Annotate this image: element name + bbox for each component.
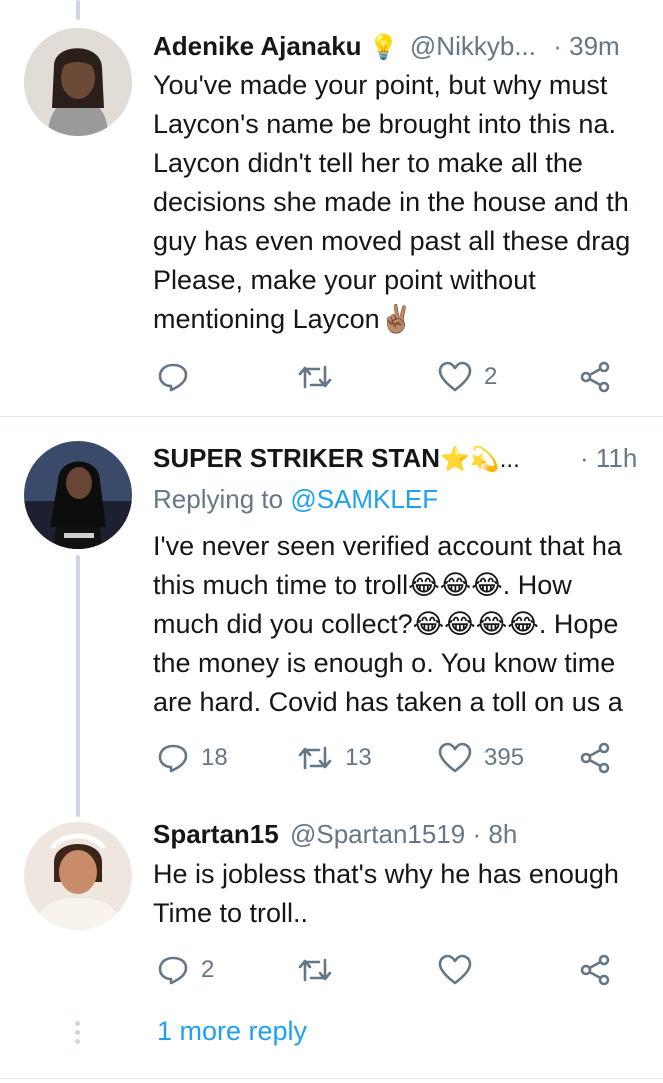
avatar[interactable] bbox=[24, 822, 132, 930]
avatar[interactable] bbox=[24, 28, 132, 136]
reply-count: 2 bbox=[201, 956, 215, 983]
separator-dot: · bbox=[580, 443, 589, 473]
tweet-text-line: Please, make your point without bbox=[153, 265, 536, 295]
retweet-icon bbox=[298, 958, 332, 982]
tweet-text-line: mentioning Laycon✌🏽 bbox=[153, 304, 414, 334]
display-name[interactable]: Spartan15 bbox=[153, 819, 279, 849]
tweet-text-line: Laycon's name be brought into this na. bbox=[153, 109, 616, 139]
more-replies-link[interactable]: 1 more reply bbox=[157, 1016, 307, 1047]
tweet-text-line: Time to troll.. bbox=[153, 898, 309, 928]
like-button[interactable] bbox=[438, 954, 484, 986]
display-name[interactable]: Adenike Ajanaku bbox=[153, 31, 362, 61]
tweet-header: Adenike Ajanaku 💡 @Nikkyb... · 39m bbox=[153, 31, 620, 62]
thread-line-top bbox=[76, 0, 80, 20]
share-icon bbox=[580, 361, 610, 393]
tweet-text-line: You've made your point, but why must bbox=[153, 70, 608, 100]
separator-dot: · bbox=[472, 819, 482, 849]
reply-button[interactable]: 2 bbox=[157, 954, 214, 986]
more-replies-dots bbox=[74, 1021, 82, 1048]
like-count: 395 bbox=[484, 744, 525, 771]
tweet-time: · 11h bbox=[580, 443, 637, 474]
bottom-divider bbox=[0, 1078, 663, 1079]
reply-icon bbox=[158, 744, 188, 773]
reply-button[interactable]: 18 bbox=[157, 742, 228, 774]
tweet-divider bbox=[0, 416, 663, 417]
timestamp[interactable]: 11h bbox=[596, 443, 637, 473]
thread-line-middle bbox=[76, 555, 80, 817]
reply-icon bbox=[158, 956, 188, 985]
tweet-text: I've never seen verified account that ha… bbox=[153, 527, 623, 722]
replying-to-label: Replying to bbox=[153, 484, 284, 514]
share-button[interactable] bbox=[579, 361, 611, 393]
tweet-text-line: much did you collect?😂😂😂😂. Hope bbox=[153, 609, 619, 639]
like-button[interactable]: 395 bbox=[438, 742, 524, 774]
share-button[interactable] bbox=[579, 954, 611, 986]
tweet-text-line: are hard. Covid has taken a toll on us a bbox=[153, 687, 623, 717]
timestamp[interactable]: 39m bbox=[569, 31, 620, 61]
reply-icon bbox=[158, 363, 188, 392]
retweet-button[interactable] bbox=[297, 361, 345, 393]
reply-button[interactable] bbox=[157, 361, 201, 393]
avatar[interactable] bbox=[24, 441, 132, 549]
handle[interactable]: @Nikkyb... bbox=[410, 31, 536, 61]
like-icon bbox=[438, 742, 472, 773]
display-name[interactable]: SUPER STRIKER STAN bbox=[153, 443, 440, 473]
retweet-icon bbox=[298, 365, 332, 389]
tweet-header: Spartan15 @Spartan1519 · 8h bbox=[153, 819, 517, 850]
like-icon bbox=[438, 361, 472, 392]
tweet-text-line: I've never seen verified account that ha bbox=[153, 531, 622, 561]
star-icon: ⭐💫... bbox=[440, 446, 520, 473]
mention-link[interactable]: @SAMKLEF bbox=[290, 484, 438, 514]
timestamp[interactable]: 8h bbox=[488, 819, 517, 849]
like-button[interactable]: 2 bbox=[438, 361, 497, 393]
tweet-text-line: the money is enough o. You know time bbox=[153, 648, 616, 678]
tweet-text-line: Laycon didn't tell her to make all the bbox=[153, 148, 583, 178]
separator-dot: · bbox=[553, 31, 562, 61]
tweet-header: SUPER STRIKER STAN⭐💫... bbox=[153, 443, 520, 474]
tweet-text-line: He is jobless that's why he has enough bbox=[153, 859, 619, 889]
tweet-text-line: this much time to troll😂😂😂. How bbox=[153, 570, 572, 600]
like-icon bbox=[438, 954, 472, 985]
share-icon bbox=[580, 954, 610, 986]
reply-count: 18 bbox=[201, 744, 228, 771]
retweet-button[interactable] bbox=[297, 954, 345, 986]
handle[interactable]: @Spartan1519 bbox=[290, 819, 465, 849]
share-icon bbox=[580, 742, 610, 774]
replying-to: Replying to @SAMKLEF bbox=[153, 484, 438, 515]
tweet-text-line: guy has even moved past all these drag bbox=[153, 226, 631, 256]
retweet-button[interactable]: 13 bbox=[297, 742, 372, 774]
retweet-count: 13 bbox=[345, 744, 372, 771]
lightbulb-icon: 💡 bbox=[368, 34, 399, 61]
like-count: 2 bbox=[484, 363, 498, 390]
tweet-text-line: decisions she made in the house and th bbox=[153, 187, 629, 217]
tweet-text: You've made your point, but why must Lay… bbox=[153, 66, 630, 339]
tweet-text: He is jobless that's why he has enough T… bbox=[153, 855, 619, 933]
share-button[interactable] bbox=[579, 742, 611, 774]
retweet-icon bbox=[298, 746, 332, 770]
